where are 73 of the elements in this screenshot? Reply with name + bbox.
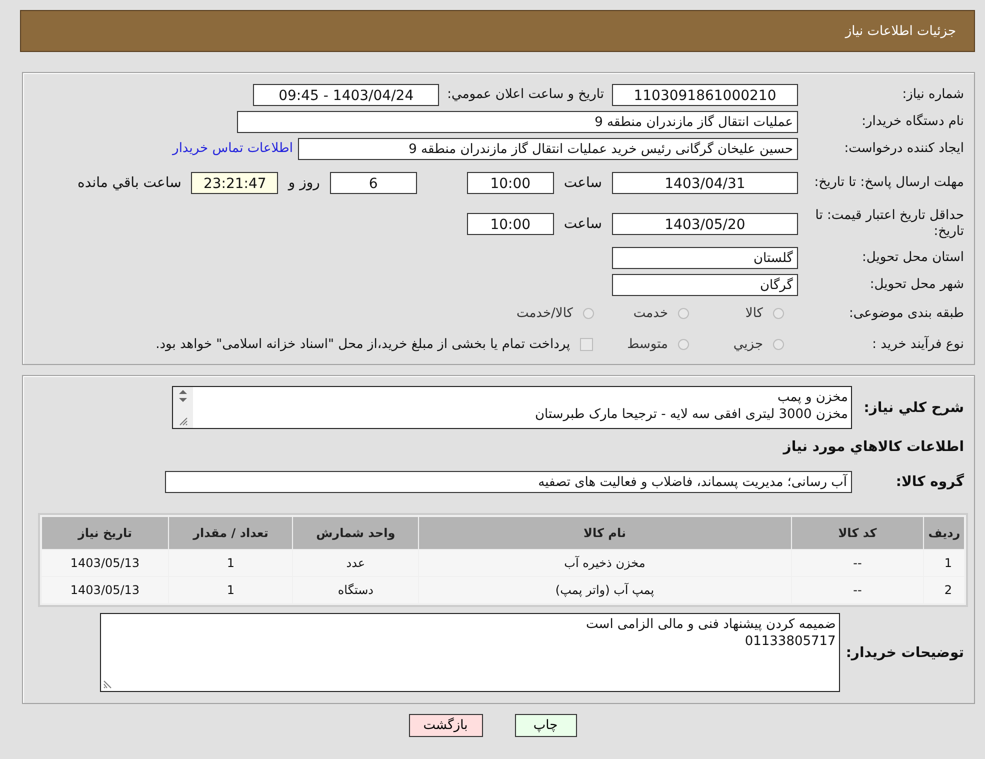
time-label: ساعت [564,174,602,190]
countdown-field: 23:21:47 [191,172,278,194]
field-label: توضیحات خریدار: [846,644,965,660]
field-label: طبقه بندی موضوعی: [848,306,965,322]
table-cell: عدد [293,550,418,576]
remaining-label: ساعت باقي مانده [78,174,182,190]
option-label: کالا [744,306,763,321]
option-label: متوسط [627,337,668,352]
city-field: گرگان [612,274,798,296]
scroll-arrows-icon[interactable] [178,389,188,403]
announce-date-field: 1403/04/24 - 09:45 [253,84,440,106]
option-label: جزيي [732,337,763,352]
print-button[interactable]: چاپ [514,714,576,737]
table-cell: 1 [168,577,292,603]
column-header: نام کالا [418,517,791,549]
radio-button[interactable] [678,308,689,319]
date-field: 1403/04/31 [612,172,798,194]
radio-button[interactable] [773,339,784,350]
table-cell: دستگاه [293,577,418,603]
field-label: مهلت ارسال پاسخ: تا تاریخ: [813,174,965,190]
resize-grip-icon[interactable] [102,680,112,689]
table-cell: 1 [924,550,964,576]
field-label: نام دستگاه خریدار: [860,114,965,130]
contact-link[interactable]: اطلاعات تماس خریدار [172,141,293,156]
option-label: خدمت [632,306,668,321]
resize-grip-icon[interactable] [178,417,188,426]
radio-button[interactable] [678,339,689,350]
time-field: 10:00 [466,212,554,234]
field-label: گروه کالا: [894,474,965,490]
back-button[interactable]: بازگشت [408,714,482,737]
radio-button[interactable] [773,308,784,319]
column-header: تعداد / مقدار [168,517,292,549]
field-label: استان محل تحویل: [861,250,965,266]
table-cell: -- [792,577,924,603]
table-cell: 2 [924,577,964,603]
field-label: شرح کلي نیاز: [862,400,965,416]
description-textarea[interactable]: مخزن و پمب مخزن 3000 لیتری افقی سه لایه - ترجیحا مارک طبرستان [172,386,852,429]
buyer-org-field: عملیات انتقال گاز مازندران منطقه 9 [237,110,798,132]
time-label: ساعت [564,216,602,232]
field-label: شماره نیاز: [901,86,965,102]
table-cell: پمپ آب (واتر پمپ) [418,577,791,603]
table-cell: 1403/05/13 [42,550,168,576]
field-label: حداقل تاریخ اعتبار قیمت: تا تاریخ: [814,208,965,240]
section-heading: اطلاعات کالاهاي مورد نیاز [782,438,965,457]
column-header: کد کالا [792,517,924,549]
column-header: ردیف [924,517,964,549]
text-line: مخزن و پمب [776,389,848,406]
need-number-field: 1103091861000210 [612,84,798,106]
text-line: 01133805717 [744,633,836,650]
days-field: 6 [330,172,417,194]
field-label: ایجاد کننده درخواست: [843,140,965,156]
table-cell: 1403/05/13 [42,577,168,603]
radio-button[interactable] [583,308,594,319]
requester-field: حسین علیخان گرگانی رئیس خرید عملیات انتقال گاز مازندران منطقه 9 [298,138,798,160]
page-title: جزئیات اطلاعات نیاز [845,24,956,38]
option-label: کالا/خدمت [516,306,573,321]
field-label: نوع فرآیند خرید : [871,336,965,352]
table-cell: مخزن ذخیره آب [418,550,791,576]
goods-group-field: آب رسانی؛ مدیریت پسماند، فاضلاب و فعالیت های تصفیه [165,471,852,493]
time-field: 10:00 [466,172,554,194]
province-field: گلستان [612,246,798,268]
checkbox[interactable] [580,338,594,351]
column-header: واحد شمارش [293,517,418,549]
text-line: ضمیمه کردن پیشنهاد فنی و مالی الزامی است [585,616,836,633]
date-field: 1403/05/20 [612,212,798,234]
table-cell: 1 [168,550,292,576]
field-label: تاریخ و ساعت اعلان عمومي: [447,87,604,102]
text-line: مخزن 3000 لیتری افقی سه لایه - ترجیحا مارک طبرستان [534,406,848,423]
table-cell: -- [792,550,924,576]
column-header: تاریخ نیاز [42,517,168,549]
days-label: روز و [288,174,320,190]
field-label: شهر محل تحویل: [868,276,965,292]
treasury-note: پرداخت تمام یا بخشی از مبلغ خرید،از محل "اسناد خزانه اسلامی" خواهد بود. [156,337,570,352]
